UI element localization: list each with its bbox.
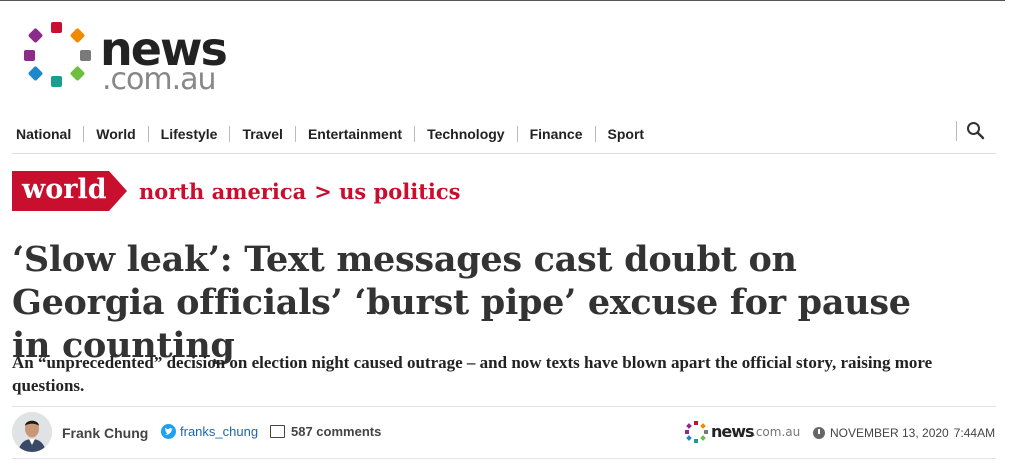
breadcrumb: north america > us politics <box>139 179 461 205</box>
nav-item-entertainment[interactable]: Entertainment <box>294 126 414 142</box>
publish-date: NOVEMBER 13, 2020 7:44AM <box>813 426 995 440</box>
twitter-handle: franks_chung <box>180 424 259 439</box>
nav-item-lifestyle[interactable]: Lifestyle <box>147 126 230 142</box>
search-button[interactable] <box>956 121 985 141</box>
nav-item-national[interactable]: National <box>16 126 83 142</box>
author-photo-icon <box>12 412 52 452</box>
comments-link[interactable]: 587 comments <box>270 424 381 439</box>
nav-item-travel[interactable]: Travel <box>229 126 294 142</box>
author-name[interactable]: Frank Chung <box>62 425 148 441</box>
site-logo[interactable]: news .com.au <box>24 20 244 96</box>
section-badge[interactable]: world <box>12 171 127 211</box>
search-icon <box>967 122 985 140</box>
publisher-dots-icon <box>685 421 708 443</box>
author-avatar[interactable] <box>12 412 52 452</box>
twitter-link[interactable]: franks_chung <box>161 424 258 439</box>
clock-icon <box>813 427 825 439</box>
nav-item-world[interactable]: World <box>83 126 147 142</box>
article-headline: ‘Slow leak’: Text messages cast doubt on… <box>12 239 911 366</box>
logo-dots-icon <box>24 20 98 92</box>
logo-dot <box>69 27 86 44</box>
publisher-domain: .com.au <box>752 425 801 439</box>
top-border <box>0 0 1005 1</box>
byline-top-divider <box>12 406 996 407</box>
logo-dot <box>80 50 91 61</box>
logo-domain: .com.au <box>102 62 217 97</box>
main-nav: National World Lifestyle Travel Entertai… <box>16 124 656 144</box>
nav-item-technology[interactable]: Technology <box>414 126 517 142</box>
nav-item-finance[interactable]: Finance <box>516 126 595 142</box>
comment-icon <box>270 425 285 438</box>
section-badge-label: world <box>22 174 107 205</box>
logo-dot <box>51 22 62 33</box>
logo-dot <box>27 65 44 82</box>
publish-date-text: NOVEMBER 13, 2020 <box>830 426 949 440</box>
logo-dot <box>69 65 86 82</box>
publisher-logo: news .com.au <box>685 421 800 443</box>
logo-dot <box>24 50 35 61</box>
breadcrumb-us-politics[interactable]: > us politics <box>314 179 460 205</box>
comments-count: 587 comments <box>291 424 382 439</box>
twitter-icon <box>161 424 176 439</box>
logo-dot <box>51 76 62 87</box>
nav-divider <box>12 153 996 154</box>
byline-bottom-divider <box>12 458 996 459</box>
nav-item-sport[interactable]: Sport <box>594 126 657 142</box>
article-standfirst: An “unprecedented” decision on election … <box>12 353 933 395</box>
logo-dot <box>27 27 44 44</box>
publish-time-text: 7:44AM <box>953 426 996 440</box>
breadcrumb-north-america[interactable]: north america <box>139 179 306 205</box>
publisher-wordmark: news <box>711 422 755 441</box>
